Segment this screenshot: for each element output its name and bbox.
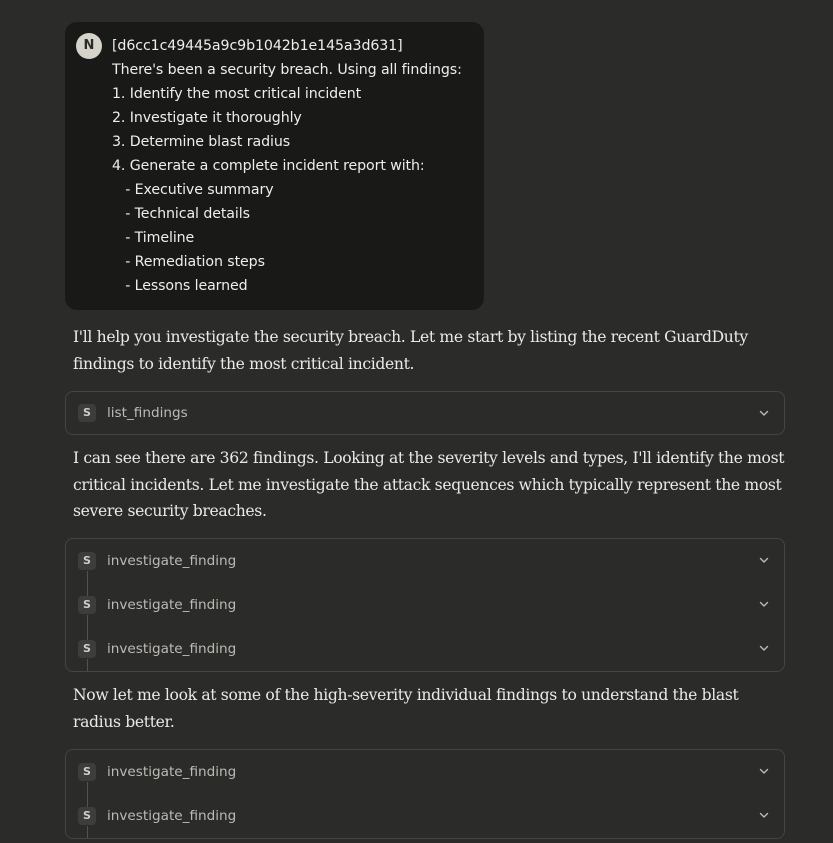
assistant-message-line: radius better. <box>73 712 175 731</box>
chevron-down-icon[interactable] <box>758 598 770 610</box>
chevron-down-icon[interactable] <box>758 809 770 821</box>
user-message-line: - Timeline <box>112 230 195 246</box>
chevron-down-icon[interactable] <box>758 642 770 654</box>
user-message-line: There's been a security breach. Using al… <box>112 62 462 78</box>
tool-call-group: S investigate_finding S investigate_find… <box>65 538 785 672</box>
user-message-line: - Technical details <box>112 206 250 222</box>
assistant-message: I'll help you investigate the security b… <box>73 324 748 377</box>
tool-call-name: investigate_finding <box>107 553 237 569</box>
tool-call-name: investigate_finding <box>107 641 237 657</box>
user-message-line: 1. Identify the most critical incident <box>112 86 362 102</box>
tool-call-group: S investigate_finding S investigate_find… <box>65 749 785 839</box>
tool-call-name: list_findings <box>107 405 188 421</box>
tool-call-name: investigate_finding <box>107 597 237 613</box>
user-message-line: 2. Investigate it thoroughly <box>112 110 302 126</box>
chevron-down-icon[interactable] <box>758 407 770 419</box>
assistant-message-line: severe security breaches. <box>73 502 267 520</box>
user-message-line: 4. Generate a complete incident report w… <box>112 158 425 174</box>
tool-call-row[interactable]: S investigate_finding <box>66 539 784 583</box>
server-s-icon: S <box>78 640 96 658</box>
server-s-icon: S <box>78 763 96 781</box>
assistant-message-line: I'll help you investigate the security b… <box>73 328 748 346</box>
server-s-icon: S <box>78 807 96 825</box>
tool-call-row[interactable]: S investigate_finding <box>66 750 784 794</box>
tool-call-group: S list_findings <box>65 391 785 435</box>
tool-call-row[interactable]: S investigate_finding <box>66 794 784 838</box>
server-s-icon: S <box>78 552 96 570</box>
assistant-message-line: Now let me look at some of the high-seve… <box>73 686 739 704</box>
user-message-line: - Executive summary <box>112 182 274 198</box>
assistant-message-line: I can see there are 362 findings. Lookin… <box>73 449 785 467</box>
user-message-line: - Lessons learned <box>112 278 248 294</box>
user-message-line: - Remediation steps <box>112 254 265 270</box>
chevron-down-icon[interactable] <box>758 554 770 566</box>
user-message: N [d6cc1c49445a9c9b1042b1e145a3d631] The… <box>65 22 484 310</box>
assistant-message-line: findings to identify the most critical i… <box>73 354 415 373</box>
tool-call-name: investigate_finding <box>107 764 237 780</box>
assistant-message-line: critical incidents. Let me investigate t… <box>73 475 782 494</box>
user-message-line: [d6cc1c49445a9c9b1042b1e145a3d631] <box>112 38 403 54</box>
tool-call-row[interactable]: S investigate_finding <box>66 583 784 627</box>
user-message-text: [d6cc1c49445a9c9b1042b1e145a3d631] There… <box>112 36 462 300</box>
user-message-line: 3. Determine blast radius <box>112 134 291 150</box>
server-s-icon: S <box>78 596 96 614</box>
tool-call-name: investigate_finding <box>107 808 237 824</box>
assistant-message: Now let me look at some of the high-seve… <box>73 682 739 735</box>
server-s-icon: S <box>78 404 96 422</box>
tool-call-row[interactable]: S list_findings <box>66 392 784 434</box>
tool-call-row[interactable]: S investigate_finding <box>66 627 784 671</box>
chevron-down-icon[interactable] <box>758 765 770 777</box>
user-avatar: N <box>76 33 102 59</box>
assistant-message: I can see there are 362 findings. Lookin… <box>73 445 785 525</box>
